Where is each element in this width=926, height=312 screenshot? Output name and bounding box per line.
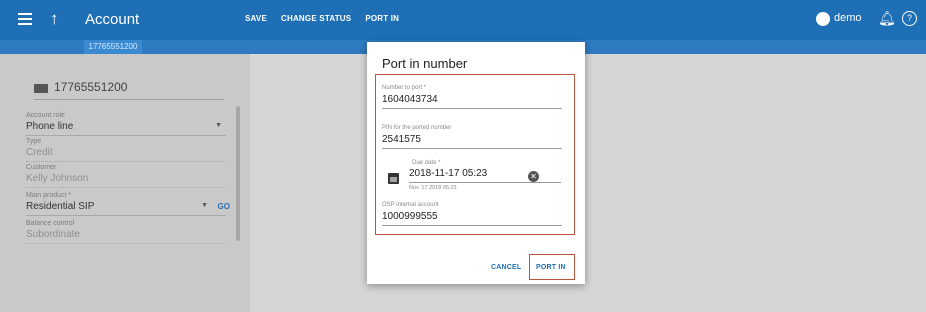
- field-label: Customer: [26, 164, 57, 171]
- pin-field[interactable]: PIN for the ported number 2541575: [382, 125, 562, 149]
- due-date-hint: Nov. 17 2018 05:23: [409, 185, 457, 191]
- arrow-up-icon[interactable]: ↑: [50, 9, 59, 29]
- bell-icon[interactable]: 🔔︎: [878, 10, 896, 27]
- field-label: Number to port *: [382, 85, 427, 91]
- customer-field: Customer Kelly Johnson: [26, 164, 226, 188]
- main-product-select[interactable]: Residential SIP: [26, 201, 226, 216]
- field-label: PIN for the ported number: [382, 125, 452, 131]
- account-circle-icon[interactable]: [816, 12, 830, 26]
- sim-card-icon: [34, 84, 48, 93]
- account-id-row: 17765551200: [34, 78, 224, 100]
- type-field: Type Credit: [26, 138, 226, 162]
- field-label: Due date *: [412, 160, 441, 166]
- account-tab[interactable]: 17765551200: [84, 40, 142, 54]
- app-bar: ↑ Account SAVE CHANGE STATUS PORT IN dem…: [0, 0, 926, 40]
- type-value: Credit: [26, 147, 226, 162]
- user-name[interactable]: demo: [834, 12, 862, 24]
- account-panel: 17765551200 Account role Phone line ▼ Ty…: [0, 54, 250, 312]
- calendar-icon[interactable]: [388, 173, 399, 184]
- osp-account-field[interactable]: OSP internal account 1000999555: [382, 202, 562, 226]
- clear-icon[interactable]: ✕: [528, 171, 539, 182]
- content-overlay: [250, 54, 926, 312]
- field-label: OSP internal account: [382, 202, 439, 208]
- port-in-button[interactable]: PORT IN: [536, 264, 566, 271]
- toolbar-actions: SAVE CHANGE STATUS PORT IN: [245, 14, 399, 23]
- port-in-action-button[interactable]: PORT IN: [365, 14, 399, 23]
- field-label: Account role: [26, 112, 65, 119]
- field-label: Main product *: [26, 192, 72, 199]
- panel-scrollbar[interactable]: [236, 106, 240, 241]
- page-title: Account: [85, 11, 140, 28]
- field-label: Balance control: [26, 220, 75, 227]
- due-date-field[interactable]: Due date * 2018-11-17 05:23 Nov. 17 2018…: [382, 156, 562, 202]
- menu-icon[interactable]: [18, 13, 32, 25]
- chevron-down-icon[interactable]: ▼: [201, 202, 208, 209]
- field-label: Type: [26, 138, 42, 145]
- account-role-select[interactable]: Phone line: [26, 121, 226, 136]
- help-icon[interactable]: ?: [902, 11, 917, 26]
- dialog-title: Port in number: [382, 56, 468, 71]
- save-button[interactable]: SAVE: [245, 14, 267, 23]
- account-id: 17765551200: [54, 80, 128, 94]
- customer-value: Kelly Johnson: [26, 173, 226, 188]
- balance-control-field: Balance control Subordinate: [26, 220, 226, 244]
- main-product-field[interactable]: Main product * Residential SIP ▼ GO: [26, 192, 230, 216]
- number-to-port-input[interactable]: 1604043734: [382, 94, 562, 109]
- port-in-button-highlight: PORT IN: [529, 254, 575, 280]
- account-role-field[interactable]: Account role Phone line ▼: [26, 112, 226, 136]
- change-status-button[interactable]: CHANGE STATUS: [281, 14, 351, 23]
- osp-account-input[interactable]: 1000999555: [382, 211, 562, 226]
- port-in-dialog: Port in number Number to port * 16040437…: [367, 42, 585, 284]
- go-link[interactable]: GO: [218, 202, 230, 211]
- pin-input[interactable]: 2541575: [382, 134, 562, 149]
- balance-control-value: Subordinate: [26, 229, 226, 244]
- number-to-port-field[interactable]: Number to port * 1604043734: [382, 85, 562, 109]
- chevron-down-icon[interactable]: ▼: [215, 122, 222, 129]
- cancel-button[interactable]: CANCEL: [491, 264, 521, 271]
